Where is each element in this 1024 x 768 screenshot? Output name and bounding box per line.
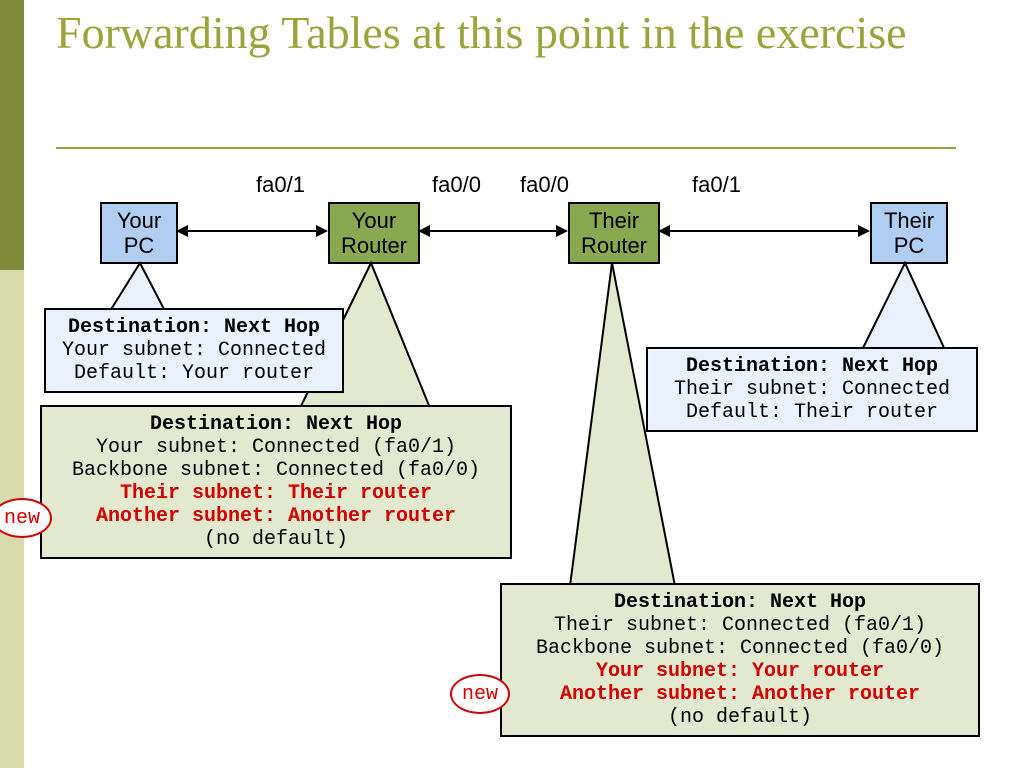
callout-their-router: Destination: Next Hop Their subnet: Conn… <box>500 583 980 737</box>
callout-row-new: Your subnet: Your router <box>510 660 970 683</box>
callout-row: Their subnet: Connected (fa0/1) <box>510 614 970 637</box>
callout-row: Their subnet: Connected <box>656 378 968 401</box>
callout-row-new: Another subnet: Another router <box>50 505 502 528</box>
callout-row-new: Their subnet: Their router <box>50 482 502 505</box>
callout-head: Destination: Next Hop <box>656 355 968 378</box>
callout-row: (no default) <box>50 528 502 551</box>
pointer-your-pc <box>110 263 165 311</box>
callout-head: Destination: Next Hop <box>510 591 970 614</box>
callout-row-new: Another subnet: Another router <box>510 683 970 706</box>
pointer-their-pc <box>862 263 945 350</box>
callout-head: Destination: Next Hop <box>54 316 334 339</box>
callout-your-router: Destination: Next Hop Your subnet: Conne… <box>40 405 512 559</box>
callout-row: Default: Their router <box>656 401 968 424</box>
new-badge-their-router: new <box>450 674 510 714</box>
callout-your-pc: Destination: Next Hop Your subnet: Conne… <box>44 308 344 393</box>
slide: Forwarding Tables at this point in the e… <box>0 0 1024 768</box>
callout-row: Your subnet: Connected (fa0/1) <box>50 436 502 459</box>
callout-row: Backbone subnet: Connected (fa0/0) <box>50 459 502 482</box>
callout-row: Backbone subnet: Connected (fa0/0) <box>510 637 970 660</box>
callout-row: Your subnet: Connected <box>54 339 334 362</box>
callout-head: Destination: Next Hop <box>50 413 502 436</box>
callout-their-pc: Destination: Next Hop Their subnet: Conn… <box>646 347 978 432</box>
callout-row: Default: Your router <box>54 362 334 385</box>
callout-row: (no default) <box>510 706 970 729</box>
